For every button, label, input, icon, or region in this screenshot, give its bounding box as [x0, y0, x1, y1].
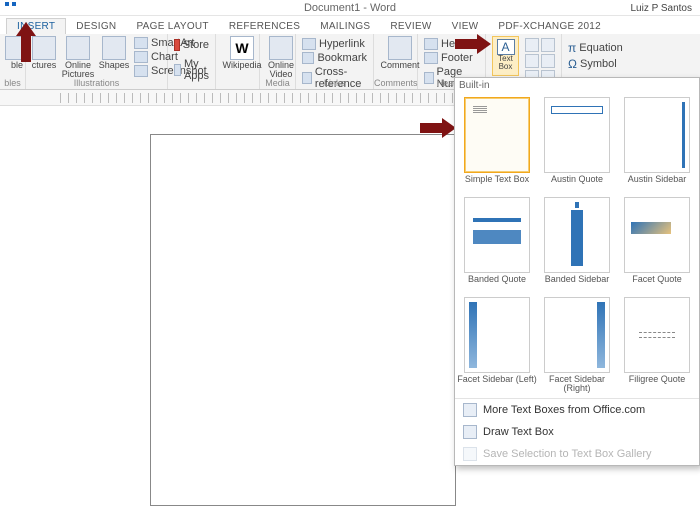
tab-design[interactable]: DESIGN — [66, 19, 126, 34]
table-label: ble — [11, 61, 23, 70]
thumb-label: Austin Quote — [551, 175, 603, 193]
thumb-label: Banded Quote — [468, 275, 526, 293]
thumb-simple-text-box[interactable] — [464, 97, 530, 173]
annotation-arrow-simple-textbox — [420, 118, 456, 138]
dropcap-icon[interactable] — [525, 54, 539, 68]
tab-review[interactable]: REVIEW — [380, 19, 441, 34]
tab-references[interactable]: REFERENCES — [219, 19, 310, 34]
thumb-austin-quote[interactable] — [544, 97, 610, 173]
more-textboxes-button[interactable]: More Text Boxes from Office.com — [455, 399, 699, 421]
screenshot-icon — [134, 65, 148, 77]
group-media: Online Video Media — [260, 34, 296, 89]
shapes-button[interactable]: Shapes — [100, 36, 128, 70]
save-selection-icon — [463, 447, 477, 461]
annotation-arrow-textbox — [455, 34, 491, 54]
myapps-button[interactable]: My Apps — [174, 52, 209, 83]
textbox-icon: A — [497, 39, 515, 55]
thumb-facet-quote[interactable] — [624, 197, 690, 273]
group-label-comments: Comments — [374, 78, 417, 88]
annotation-arrow-insert-tab — [16, 22, 36, 62]
symbol-button[interactable]: ΩSymbol — [568, 56, 616, 72]
online-pictures-icon — [66, 36, 90, 60]
smartart-icon — [134, 37, 148, 49]
pi-icon: π — [568, 41, 576, 55]
online-pictures-button[interactable]: Online Pictures — [62, 36, 94, 79]
group-label-illustrations: Illustrations — [26, 78, 167, 88]
office-icon — [463, 403, 477, 417]
group-label-links: Links — [296, 78, 373, 88]
tab-pdfxchange[interactable]: PDF-XChange 2012 — [488, 19, 611, 34]
thumb-filigree-quote[interactable] — [624, 297, 690, 373]
equation-button[interactable]: πEquation — [568, 40, 616, 56]
footer-icon — [424, 52, 438, 64]
thumb-label: Filigree Quote — [629, 375, 686, 393]
online-pictures-label: Online Pictures — [62, 61, 95, 79]
comment-button[interactable]: Comment — [380, 36, 420, 70]
ribbon-tabs: INSERT DESIGN PAGE LAYOUT REFERENCES MAI… — [0, 16, 700, 34]
hyperlink-icon — [302, 38, 316, 50]
online-video-button[interactable]: Online Video — [266, 36, 296, 79]
thumb-austin-sidebar[interactable] — [624, 97, 690, 173]
comment-icon — [388, 36, 412, 60]
thumb-label: Facet Quote — [632, 275, 682, 293]
textbox-gallery: Built-in Simple Text Box Austin Quote Au… — [454, 77, 700, 466]
tab-view[interactable]: VIEW — [442, 19, 489, 34]
quickparts-icon[interactable] — [525, 38, 539, 52]
video-icon — [269, 36, 293, 60]
textbox-button[interactable]: A Text Box — [492, 36, 519, 76]
thumb-label: Facet Sidebar (Left) — [457, 375, 537, 393]
thumb-banded-sidebar[interactable] — [544, 197, 610, 273]
group-apps: Store My Apps — [168, 34, 216, 89]
hyperlink-button[interactable]: Hyperlink — [302, 37, 367, 51]
gallery-header: Built-in — [455, 78, 699, 93]
bookmark-icon — [302, 52, 314, 64]
gallery-footer: More Text Boxes from Office.com Draw Tex… — [455, 398, 699, 465]
thumb-label: Banded Sidebar — [545, 275, 610, 293]
wikipedia-button[interactable]: W Wikipedia — [222, 36, 262, 70]
gallery-thumbs: Simple Text Box Austin Quote Austin Side… — [455, 93, 699, 398]
document-title: Document1 - Word — [304, 2, 396, 14]
group-illustrations: ctures Online Pictures Shapes SmartArt C… — [26, 34, 168, 89]
thumb-label: Facet Sidebar (Right) — [537, 375, 617, 394]
omega-icon: Ω — [568, 57, 577, 71]
sigline-icon[interactable] — [541, 54, 555, 68]
bookmark-button[interactable]: Bookmark — [302, 51, 367, 65]
myapps-icon — [174, 64, 181, 76]
draw-textbox-button[interactable]: Draw Text Box — [455, 421, 699, 443]
wordart-icon[interactable] — [541, 38, 555, 52]
thumb-banded-quote[interactable] — [464, 197, 530, 273]
thumb-label: Simple Text Box — [465, 175, 529, 193]
draw-textbox-icon — [463, 425, 477, 439]
group-comments: Comment Comments — [374, 34, 418, 89]
pictures-label: ctures — [32, 61, 57, 70]
store-button[interactable]: Store — [174, 38, 209, 52]
qat — [5, 2, 16, 6]
tab-mailings[interactable]: MAILINGS — [310, 19, 380, 34]
shapes-label: Shapes — [99, 61, 130, 70]
store-icon — [174, 39, 180, 51]
group-label-media: Media — [260, 78, 295, 88]
thumb-facet-sidebar-left[interactable] — [464, 297, 530, 373]
thumb-label: Austin Sidebar — [628, 175, 687, 193]
save-selection-button: Save Selection to Text Box Gallery — [455, 443, 699, 465]
title-bar: Document1 - Word Luiz P Santos — [0, 0, 700, 16]
group-links: Hyperlink Bookmark Cross-reference Links — [296, 34, 374, 89]
header-icon — [424, 38, 438, 50]
chart-icon — [134, 51, 148, 63]
thumb-facet-sidebar-right[interactable] — [544, 297, 610, 373]
document-page[interactable] — [150, 134, 456, 506]
shapes-icon — [102, 36, 126, 60]
group-wikipedia: W Wikipedia — [216, 34, 260, 89]
wikipedia-label: Wikipedia — [222, 61, 261, 70]
group-label-tables: bles — [0, 78, 25, 88]
wikipedia-icon: W — [230, 36, 254, 60]
user-name[interactable]: Luiz P Santos — [630, 1, 692, 17]
tab-page-layout[interactable]: PAGE LAYOUT — [126, 19, 218, 34]
